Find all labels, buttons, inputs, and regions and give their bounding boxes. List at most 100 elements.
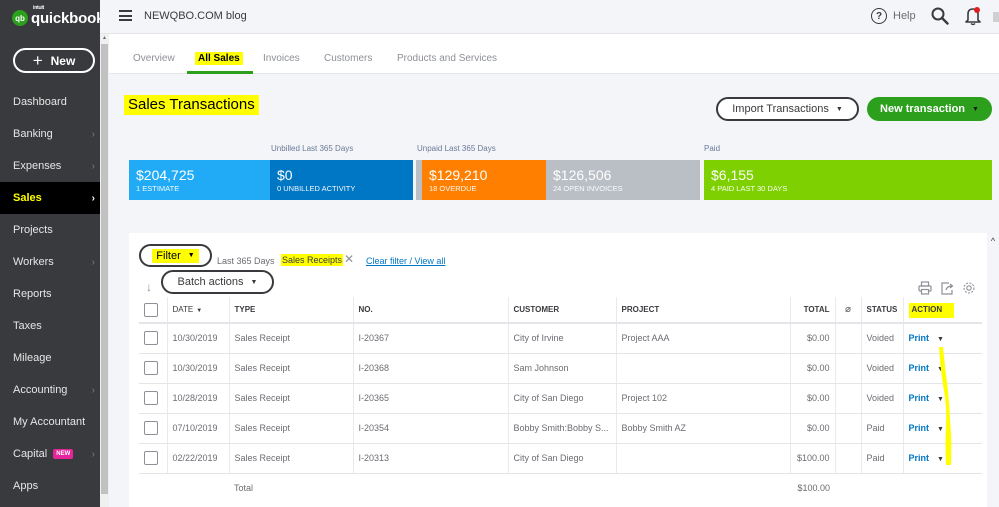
row-select-cell	[139, 323, 167, 354]
sidebar-item-label: Capital	[13, 448, 48, 460]
sidebar-item-label: My Accountant	[13, 416, 86, 428]
hamburger-menu-icon[interactable]	[119, 10, 132, 21]
print-action-link[interactable]: Print	[909, 363, 930, 373]
sidebar-item-accounting[interactable]: Accounting ›	[0, 374, 100, 406]
total-spacer	[835, 472, 861, 503]
cell-no: I-20365	[352, 383, 508, 414]
row-select-cell	[139, 353, 167, 384]
filter-button[interactable]: Filter ▼	[139, 244, 212, 267]
page-title: Sales Transactions	[124, 95, 259, 115]
scroll-up-icon[interactable]: ▲	[100, 34, 109, 43]
column-no[interactable]: NO.	[352, 297, 508, 324]
batch-actions-button[interactable]: Batch actions ▼	[161, 270, 274, 294]
settings-gear-icon[interactable]	[993, 12, 999, 22]
sort-arrow-icon[interactable]: ↓	[146, 280, 152, 294]
new-transaction-button[interactable]: New transaction ▼	[867, 97, 992, 121]
top-bar: NEWQBO.COM blog ? Help	[100, 0, 999, 34]
sidebar-item-reports[interactable]: Reports	[0, 278, 100, 310]
company-name: NEWQBO.COM blog	[144, 10, 247, 22]
scrollbar-thumb[interactable]	[101, 44, 108, 494]
caret-down-icon: ▼	[187, 252, 195, 259]
import-transactions-label: Import Transactions	[732, 103, 829, 115]
cell-project: Project 102	[615, 383, 790, 414]
row-checkbox[interactable]	[144, 391, 158, 405]
clear-filter-link[interactable]: Clear filter / View all	[366, 256, 445, 266]
settings-gear-icon[interactable]	[962, 281, 976, 295]
search-icon[interactable]	[931, 7, 949, 25]
quickbooks-logo[interactable]: qb intuit quickbooks	[12, 5, 113, 28]
unbilled-activity-card[interactable]: $0 0 UNBILLED ACTIVITY	[270, 160, 413, 200]
total-value: $100.00	[790, 472, 835, 503]
sidebar-item-my-accountant[interactable]: My Accountant	[0, 406, 100, 438]
column-type[interactable]: TYPE	[228, 297, 353, 324]
tab-all-sales[interactable]: All Sales	[195, 52, 243, 65]
sidebar-item-dashboard[interactable]: Dashboard	[0, 86, 100, 118]
page-scrollbar[interactable]: ▲	[100, 34, 109, 507]
paid-card[interactable]: $6,155 4 PAID LAST 30 DAYS	[704, 160, 992, 200]
sidebar-item-banking[interactable]: Banking ›	[0, 118, 100, 150]
print-action-link[interactable]: Print	[909, 453, 930, 463]
batch-actions-label: Batch actions	[177, 276, 244, 288]
sidebar-item-workers[interactable]: Workers ›	[0, 246, 100, 278]
column-total[interactable]: TOTAL	[789, 297, 835, 324]
select-all-header	[139, 297, 167, 324]
cell-customer: City of Irvine	[507, 323, 616, 354]
column-status[interactable]: STATUS	[860, 297, 903, 324]
cell-total: $0.00	[789, 383, 835, 414]
row-checkbox[interactable]	[144, 361, 158, 375]
panel-scroll-up-icon[interactable]: ^	[987, 233, 999, 251]
table-total-row: Total $100.00	[139, 472, 982, 503]
print-action-link[interactable]: Print	[909, 423, 930, 433]
select-all-checkbox[interactable]	[144, 302, 158, 317]
print-icon[interactable]	[918, 281, 932, 295]
open-invoices-card[interactable]: $126,506 24 OPEN INVOICES	[546, 160, 700, 200]
cell-total: $0.00	[789, 353, 835, 384]
chevron-right-icon: ›	[91, 128, 95, 140]
remove-filter-icon[interactable]: ✕	[344, 252, 354, 266]
action-dropdown-icon[interactable]: ▼	[937, 336, 944, 343]
table-row[interactable]: 10/30/2019 Sales Receipt I-20368 Sam Johnso…	[139, 353, 982, 384]
tab-customers[interactable]: Customers	[324, 53, 372, 64]
card-caption: 18 OVERDUE	[429, 184, 477, 193]
sidebar-item-label: Dashboard	[13, 96, 67, 108]
tab-invoices[interactable]: Invoices	[263, 53, 300, 64]
notification-bell-icon[interactable]	[964, 6, 982, 26]
import-transactions-button[interactable]: Import Transactions ▼	[716, 97, 859, 121]
sidebar-item-projects[interactable]: Projects	[0, 214, 100, 246]
unbilled-label: Unbilled Last 365 Days	[271, 144, 354, 153]
export-icon[interactable]	[940, 281, 954, 295]
overdue-card[interactable]: $129,210 18 OVERDUE	[422, 160, 546, 200]
column-project[interactable]: PROJECT	[615, 297, 790, 324]
cell-type: Sales Receipt	[228, 443, 353, 474]
print-action-link[interactable]: Print	[909, 393, 930, 403]
column-customer[interactable]: CUSTOMER	[507, 297, 616, 324]
help-button[interactable]: ? Help	[871, 8, 916, 24]
sidebar-item-mileage[interactable]: Mileage	[0, 342, 100, 374]
table-row[interactable]: 02/22/2019 Sales Receipt I-20313 City of Sa…	[139, 443, 982, 474]
cell-attachment	[834, 413, 861, 444]
sidebar-item-label: Expenses	[13, 160, 62, 172]
tab-products-and-services[interactable]: Products and Services	[397, 53, 497, 64]
table-row[interactable]: 10/28/2019 Sales Receipt I-20365 City of Sa…	[139, 383, 982, 414]
row-select-cell	[139, 383, 167, 414]
cell-customer: City of San Diego	[507, 443, 616, 474]
print-action-link[interactable]: Print	[909, 333, 930, 343]
row-checkbox[interactable]	[144, 451, 158, 465]
sidebar-item-expenses[interactable]: Expenses ›	[0, 150, 100, 182]
row-checkbox[interactable]	[144, 421, 158, 435]
sidebar-item-label: Accounting	[13, 384, 68, 396]
table-row[interactable]: 10/30/2019 Sales Receipt I-20367 City of Ir…	[139, 323, 982, 354]
sidebar-item-sales[interactable]: Sales ›	[0, 182, 100, 214]
column-date[interactable]: DATE ▼	[166, 297, 229, 324]
unpaid-label: Unpaid Last 365 Days	[417, 144, 496, 153]
sidebar-item-apps[interactable]: Apps	[0, 470, 100, 502]
sidebar-item-capital[interactable]: Capital NEW ›	[0, 438, 100, 470]
tab-overview[interactable]: Overview	[133, 53, 175, 64]
new-button[interactable]: + New	[13, 48, 95, 73]
estimate-card[interactable]: $204,725 1 ESTIMATE	[129, 160, 270, 200]
sidebar-item-taxes[interactable]: Taxes	[0, 310, 100, 342]
row-checkbox[interactable]	[144, 331, 158, 346]
total-spacer	[508, 472, 616, 503]
transactions-table: DATE ▼ TYPE NO. CUSTOMER PROJECT TOTAL ⌀ …	[139, 297, 982, 503]
table-row[interactable]: 07/10/2019 Sales Receipt I-20354 Bobby Smit…	[139, 413, 982, 444]
